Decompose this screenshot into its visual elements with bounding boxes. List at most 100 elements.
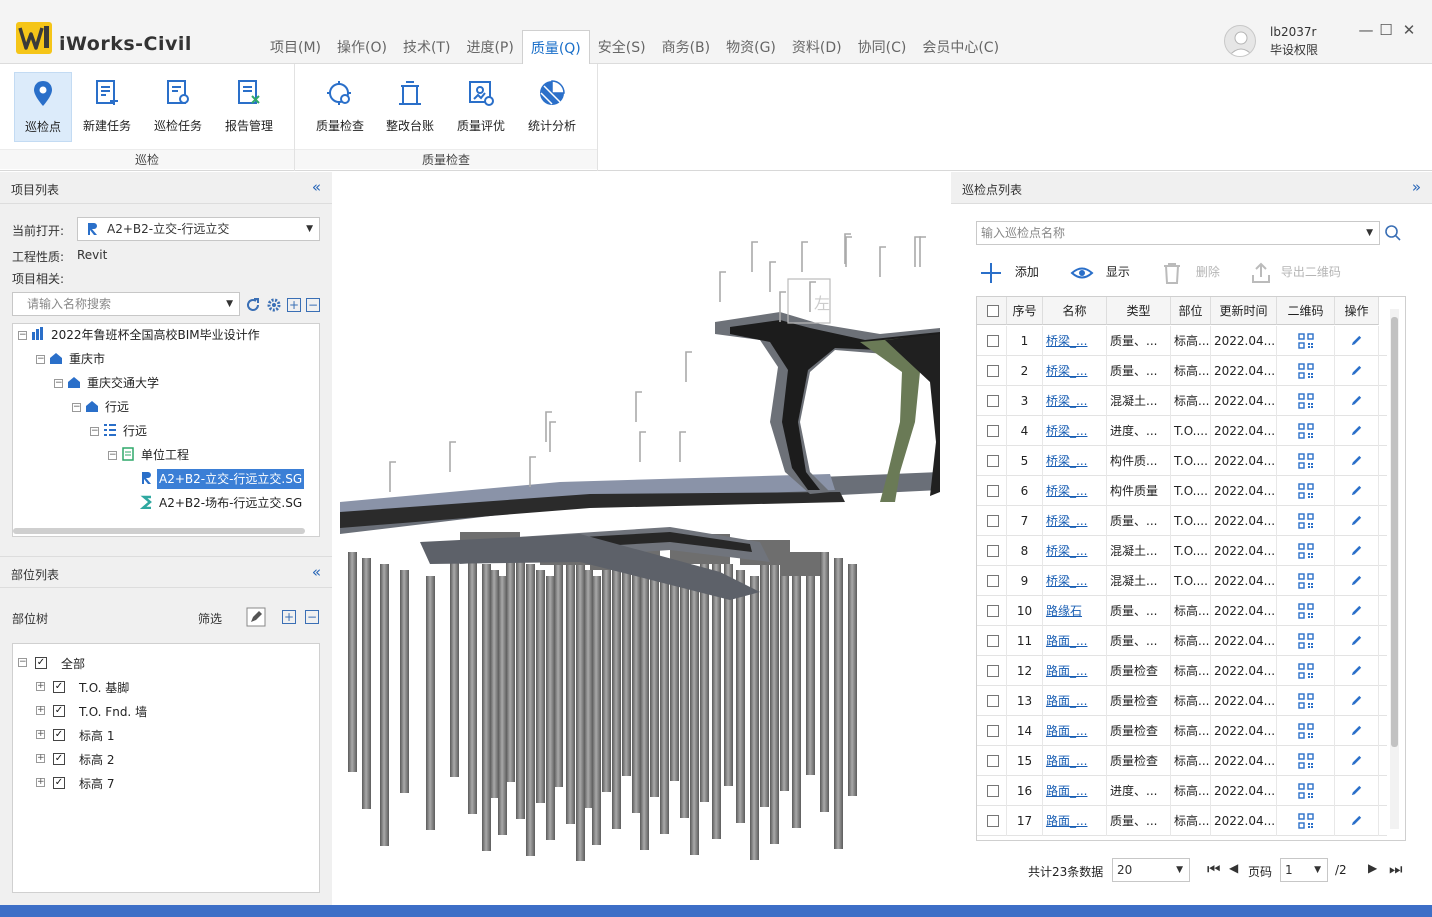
edit-pencil-icon[interactable] — [1350, 574, 1363, 587]
part-tree-item[interactable]: 标高 2 — [79, 750, 114, 770]
qr-code-icon[interactable] — [1297, 693, 1314, 709]
checkpoint-name-link[interactable]: 路面_... — [1046, 814, 1087, 828]
edit-pencil-icon[interactable] — [1350, 424, 1363, 437]
checkpoint-name-link[interactable]: 桥梁_... — [1046, 574, 1087, 588]
table-row[interactable]: 10 路缘石 质量、... 标高... 2022.04.... — [977, 596, 1387, 626]
column-header[interactable]: 部位 — [1171, 297, 1211, 325]
menu-tab-10[interactable]: 会员中心(C) — [914, 30, 1007, 64]
table-row[interactable]: 11 路面_... 质量、... 标高... 2022.04.... — [977, 626, 1387, 656]
inspection-task-button[interactable]: 巡检任务 — [149, 72, 207, 142]
qr-code-icon[interactable] — [1297, 483, 1314, 499]
checkpoint-name-link[interactable]: 桥梁_... — [1046, 394, 1087, 408]
edit-pencil-icon[interactable] — [1350, 664, 1363, 677]
row-checkbox-cell[interactable] — [977, 626, 1007, 656]
checkpoint-name-link[interactable]: 桥梁_... — [1046, 514, 1087, 528]
checkpoint-name-link[interactable]: 路面_... — [1046, 664, 1087, 678]
export-qr-button[interactable]: 导出二维码 — [1249, 260, 1341, 284]
qr-code-icon[interactable] — [1297, 513, 1314, 529]
checkpoint-name-link[interactable]: 路面_... — [1046, 634, 1087, 648]
gear-icon[interactable] — [266, 297, 282, 313]
menu-tab-9[interactable]: 协同(C) — [850, 30, 915, 64]
row-checkbox-cell[interactable] — [977, 416, 1007, 446]
edit-pencil-icon[interactable] — [1350, 544, 1363, 557]
qr-code-icon[interactable] — [1297, 453, 1314, 469]
menu-tab-7[interactable]: 物资(G) — [718, 30, 784, 64]
part-tree-item[interactable]: T.O. 基脚 — [79, 678, 129, 698]
qr-code-icon[interactable] — [1297, 663, 1314, 679]
refresh-icon[interactable] — [245, 297, 261, 313]
edit-pencil-icon[interactable] — [1350, 604, 1363, 617]
tree-expander[interactable]: − — [36, 355, 45, 364]
checkpoint-name-link[interactable]: 路面_... — [1046, 784, 1087, 798]
row-checkbox-cell[interactable] — [977, 776, 1007, 806]
qr-code-icon[interactable] — [1297, 813, 1314, 829]
qr-code-icon[interactable] — [1297, 753, 1314, 769]
edit-pencil-icon[interactable] — [1350, 634, 1363, 647]
qr-code-icon[interactable] — [1297, 723, 1314, 739]
expand-all-button[interactable]: + — [287, 298, 301, 312]
tree-expander[interactable]: − — [54, 379, 63, 388]
checkbox[interactable] — [987, 725, 999, 737]
qr-code-icon[interactable] — [1297, 543, 1314, 559]
checkbox[interactable] — [987, 515, 999, 527]
checkpoint-button[interactable]: 巡检点 — [14, 72, 72, 142]
minimize-button[interactable]: — — [1356, 20, 1376, 40]
delete-checkpoint-button[interactable]: 删除 — [1160, 260, 1220, 284]
checkpoint-name-link[interactable]: 路面_... — [1046, 694, 1087, 708]
edit-pencil-icon[interactable] — [1350, 814, 1363, 827]
tree-expander[interactable]: + — [36, 730, 45, 739]
table-row[interactable]: 6 桥梁_... 构件质量 T.O.... 2022.04.... — [977, 476, 1387, 506]
row-checkbox-cell[interactable] — [977, 356, 1007, 386]
row-checkbox-cell[interactable] — [977, 566, 1007, 596]
column-header[interactable]: 二维码 — [1277, 297, 1335, 325]
checkbox[interactable] — [987, 305, 999, 317]
tree-node-section[interactable]: 行远 — [123, 421, 147, 441]
tree-expander[interactable]: − — [90, 427, 99, 436]
table-row[interactable]: 15 路面_... 质量检查 标高... 2022.04.... — [977, 746, 1387, 776]
filter-button[interactable]: 筛选 — [198, 610, 222, 627]
tree-expander[interactable]: + — [36, 682, 45, 691]
part-expand-all-button[interactable]: + — [282, 610, 296, 624]
tree-expander[interactable]: − — [18, 331, 27, 340]
checkpoint-name-link[interactable]: 路面_... — [1046, 724, 1087, 738]
checkbox[interactable] — [987, 635, 999, 647]
column-header[interactable]: 序号 — [1007, 297, 1043, 325]
part-collapse-all-button[interactable]: − — [305, 610, 319, 624]
qr-code-icon[interactable] — [1297, 363, 1314, 379]
checkbox[interactable] — [987, 605, 999, 617]
row-checkbox-cell[interactable] — [977, 476, 1007, 506]
column-header[interactable]: 类型 — [1107, 297, 1171, 325]
checkbox[interactable] — [987, 545, 999, 557]
qr-code-icon[interactable] — [1297, 423, 1314, 439]
table-row[interactable]: 2 桥梁_... 质量、... 标高... 2022.04.... — [977, 356, 1387, 386]
edit-pencil-icon[interactable] — [1350, 484, 1363, 497]
tree-expander[interactable]: − — [108, 451, 117, 460]
tree-expander[interactable]: + — [36, 706, 45, 715]
horizontal-scrollbar[interactable] — [13, 528, 305, 534]
search-icon[interactable] — [1384, 224, 1402, 242]
tree-expander[interactable]: − — [72, 403, 81, 412]
menu-tab-0[interactable]: 项目(M) — [262, 30, 329, 64]
next-page-icon[interactable]: ▶ — [1368, 861, 1377, 875]
checkpoint-name-link[interactable]: 桥梁_... — [1046, 364, 1087, 378]
checkpoint-name-link[interactable]: 桥梁_... — [1046, 424, 1087, 438]
page-number-select[interactable]: 1 ▼ — [1280, 858, 1328, 882]
part-tree-item[interactable]: T.O. Fnd. 墙 — [79, 702, 147, 722]
select-all-checkbox[interactable] — [977, 297, 1007, 325]
vertical-scrollbar[interactable] — [1390, 309, 1399, 829]
rectification-ledger-button[interactable]: 整改台账 — [381, 72, 439, 142]
checkpoint-name-link[interactable]: 路面_... — [1046, 754, 1087, 768]
menu-tab-8[interactable]: 资料(D) — [784, 30, 850, 64]
part-tree-item[interactable]: 标高 1 — [79, 726, 114, 746]
menu-tab-2[interactable]: 技术(T) — [395, 30, 458, 64]
row-checkbox-cell[interactable] — [977, 656, 1007, 686]
part-tree-item[interactable]: 全部 — [61, 654, 85, 674]
tree-node-city[interactable]: 重庆市 — [69, 349, 105, 369]
table-row[interactable]: 8 桥梁_... 混凝土... T.O.... 2022.04.... — [977, 536, 1387, 566]
statistics-button[interactable]: 统计分析 — [523, 72, 581, 142]
checkbox[interactable] — [987, 665, 999, 677]
row-checkbox-cell[interactable] — [977, 806, 1007, 836]
user-avatar[interactable] — [1224, 25, 1256, 57]
checkpoint-name-link[interactable]: 桥梁_... — [1046, 544, 1087, 558]
menu-tab-4[interactable]: 质量(Q) — [521, 30, 590, 65]
